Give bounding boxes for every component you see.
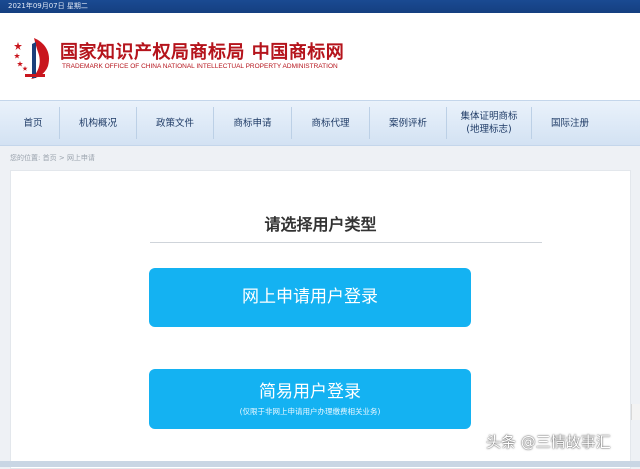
top-bar: 2021年09月07日 星期二 bbox=[0, 0, 640, 13]
scroll-handle[interactable] bbox=[631, 404, 640, 420]
nav-item-home[interactable]: 首页 bbox=[8, 101, 58, 145]
trademark-office-logo bbox=[14, 38, 50, 79]
online-user-login-label: 网上申请用户登录 bbox=[242, 287, 378, 307]
breadcrumb-home-link[interactable]: 首页 bbox=[43, 154, 57, 162]
date-text: 2021年09月07日 星期二 bbox=[8, 2, 88, 10]
nav-item-policy[interactable]: 政策文件 bbox=[137, 101, 213, 145]
breadcrumb-separator: > bbox=[58, 154, 65, 162]
breadcrumb-current: 网上申请 bbox=[66, 154, 95, 162]
site-title: 国家知识产权局商标局 中国商标网 bbox=[60, 42, 345, 63]
online-user-login-button[interactable]: 网上申请用户登录 bbox=[149, 268, 471, 327]
simple-user-login-label: 简易用户登录 bbox=[259, 382, 361, 402]
nav-item-about[interactable]: 机构概况 bbox=[60, 101, 136, 145]
site-subtitle: TRADEMARK OFFICE OF CHINA NATIONAL INTEL… bbox=[62, 63, 338, 70]
bottom-strip bbox=[0, 461, 640, 467]
login-type-panel: 请选择用户类型 网上申请用户登录 简易用户登录 (仅限于非网上申请用户办理缴费相… bbox=[10, 170, 631, 469]
simple-user-login-note: (仅限于非网上申请用户办理缴费相关业务) bbox=[239, 407, 381, 416]
nav-item-cases[interactable]: 案例评析 bbox=[370, 101, 446, 145]
breadcrumb: 您的位置: 首页 > 网上申请 bbox=[10, 153, 95, 163]
page-title: 请选择用户类型 bbox=[264, 215, 377, 234]
watermark-text: 头条 @三情故事汇 bbox=[486, 433, 611, 451]
nav-item-international[interactable]: 国际注册 bbox=[532, 101, 608, 145]
main-nav: 首页 机构概况 政策文件 商标申请 商标代理 案例评析 集体证明商标 (地理标志… bbox=[0, 100, 640, 146]
nav-item-collective-marks[interactable]: 集体证明商标 (地理标志) bbox=[447, 101, 531, 145]
breadcrumb-prefix: 您的位置: bbox=[10, 154, 41, 162]
nav-item-agency[interactable]: 商标代理 bbox=[292, 101, 369, 145]
title-divider bbox=[150, 242, 542, 243]
site-header: 国家知识产权局商标局 中国商标网 TRADEMARK OFFICE OF CHI… bbox=[0, 13, 640, 100]
nav-item-application[interactable]: 商标申请 bbox=[214, 101, 291, 145]
simple-user-login-button[interactable]: 简易用户登录 (仅限于非网上申请用户办理缴费相关业务) bbox=[149, 369, 471, 429]
